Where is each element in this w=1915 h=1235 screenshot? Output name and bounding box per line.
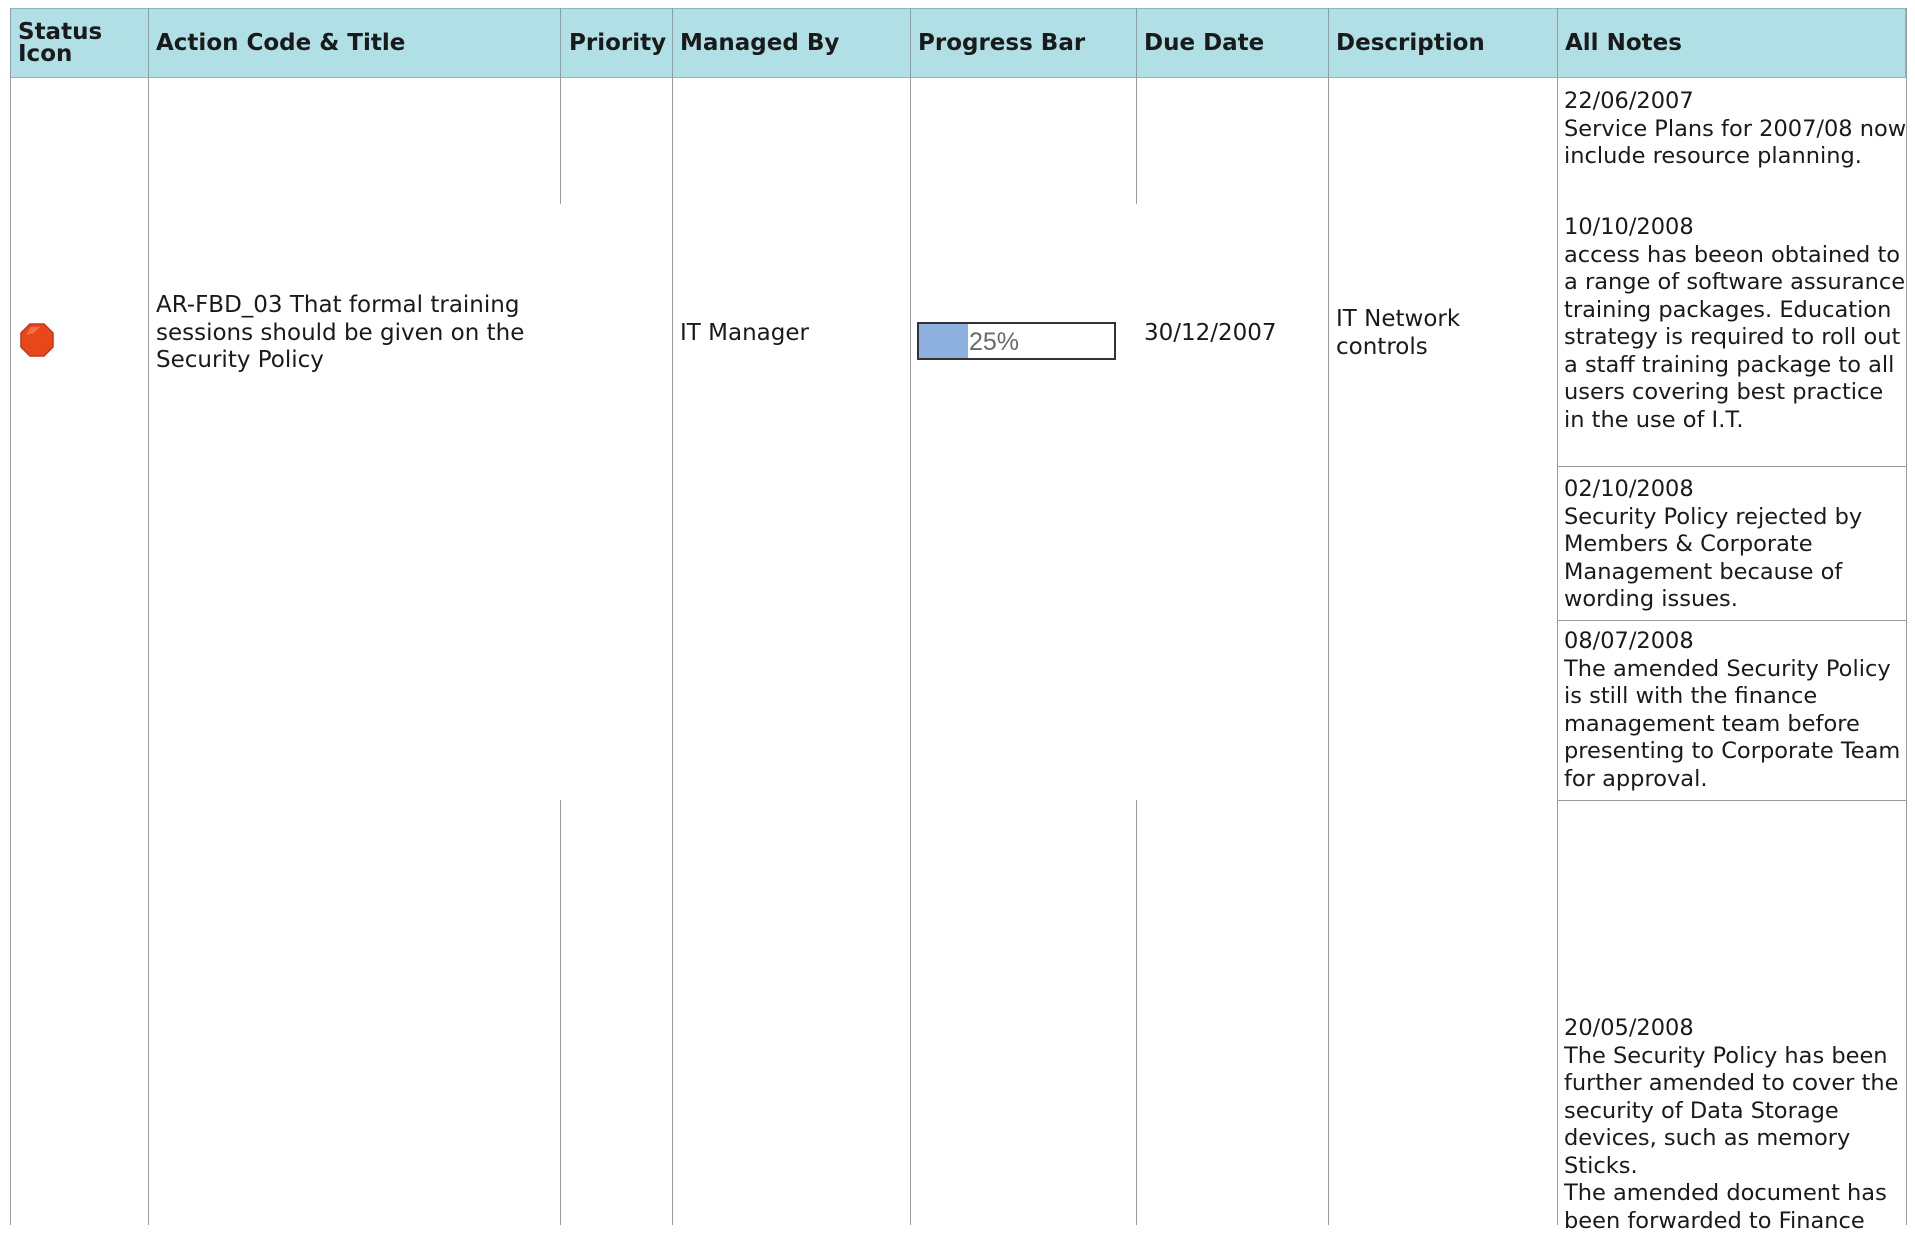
progress-label: 25% bbox=[969, 328, 1020, 356]
header-managed-by: Managed By bbox=[680, 30, 840, 56]
progress-bar: 25% bbox=[917, 322, 1116, 360]
action-code-title: AR-FBD_03 That formal training sessions … bbox=[156, 292, 525, 373]
header-status-icon: Status Icon bbox=[18, 19, 103, 67]
grid-line bbox=[1136, 8, 1137, 204]
managed-by-value: IT Manager bbox=[680, 320, 809, 346]
grid-line bbox=[560, 8, 561, 204]
grid-line bbox=[1136, 800, 1137, 1225]
grid-line bbox=[10, 8, 11, 1225]
action-table: Status Icon Action Code & Title Priority… bbox=[0, 0, 1915, 1234]
note-item: 10/10/2008 access has beeon obtained to … bbox=[1564, 214, 1909, 434]
grid-line bbox=[672, 8, 673, 1225]
note-text: The amended Security Policy is still wit… bbox=[1564, 655, 1901, 792]
grid-line bbox=[560, 800, 561, 1225]
grid-line bbox=[1328, 8, 1329, 1225]
header-due-date: Due Date bbox=[1144, 30, 1265, 56]
grid-line bbox=[910, 8, 911, 1225]
due-date-value: 30/12/2007 bbox=[1144, 320, 1277, 346]
note-date: 08/07/2008 bbox=[1564, 628, 1694, 654]
note-text: Security Policy rejected by Members & Co… bbox=[1564, 503, 1863, 613]
note-item: 20/05/2008 The Security Policy has been … bbox=[1564, 1015, 1909, 1235]
header-priority: Priority bbox=[569, 30, 667, 56]
header-progress-bar: Progress Bar bbox=[918, 30, 1086, 56]
note-text: Service Plans for 2007/08 now include re… bbox=[1564, 115, 1907, 170]
note-date: 02/10/2008 bbox=[1564, 476, 1694, 502]
note-date: 22/06/2007 bbox=[1564, 88, 1694, 114]
header-action-code-title: Action Code & Title bbox=[156, 30, 406, 56]
note-item: 02/10/2008 Security Policy rejected by M… bbox=[1564, 476, 1909, 614]
note-date: 20/05/2008 bbox=[1564, 1015, 1694, 1041]
note-text: The Security Policy has been further ame… bbox=[1564, 1042, 1899, 1179]
note-text: access has beeon obtained to a range of … bbox=[1564, 241, 1906, 433]
header-all-notes: All Notes bbox=[1565, 30, 1682, 56]
grid-line bbox=[1557, 800, 1906, 801]
note-date: 10/10/2008 bbox=[1564, 214, 1694, 240]
note-item: 08/07/2008 The amended Security Policy i… bbox=[1564, 628, 1909, 793]
note-item: 22/06/2007 Service Plans for 2007/08 now… bbox=[1564, 88, 1909, 171]
header-description: Description bbox=[1336, 30, 1485, 56]
description-value: IT Network controls bbox=[1336, 306, 1461, 360]
note-text: The amended document has been forwarded … bbox=[1564, 1180, 1887, 1234]
grid-line bbox=[148, 8, 149, 1225]
grid-line bbox=[1557, 466, 1906, 467]
progress-fill bbox=[919, 324, 968, 358]
grid-line bbox=[1557, 620, 1906, 621]
grid-line bbox=[1557, 8, 1558, 1225]
red-octagon-icon bbox=[20, 323, 54, 357]
